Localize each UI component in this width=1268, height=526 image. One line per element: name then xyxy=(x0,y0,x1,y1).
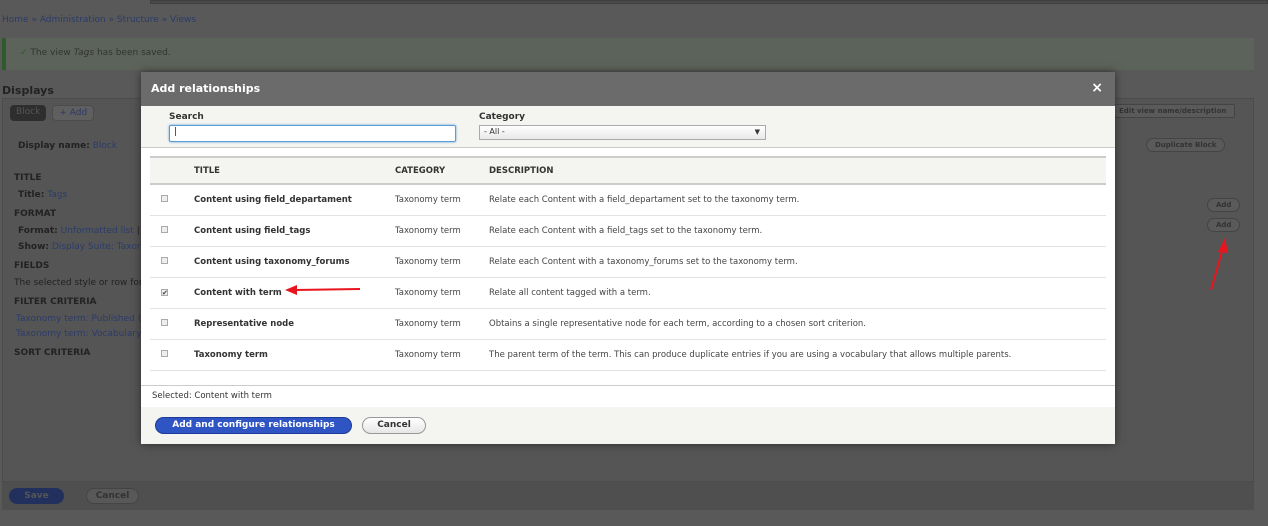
title-setting[interactable]: Title: Tags xyxy=(18,190,67,200)
bottom-actions xyxy=(2,482,1254,510)
format-heading: FORMAT xyxy=(14,209,57,219)
column-title: TITLE xyxy=(194,165,220,176)
show-setting[interactable]: Show: Display Suite: Taxonom xyxy=(18,242,157,252)
row-description: Relate each Content with a taxonomy_foru… xyxy=(489,256,798,267)
breadcrumb-structure[interactable]: Structure xyxy=(117,15,159,25)
row-title: Content using field_tags xyxy=(194,225,311,236)
annotation-arrow-up xyxy=(1210,238,1228,291)
category-label: Category xyxy=(479,112,526,122)
row-title: Taxonomy term xyxy=(194,349,268,360)
table-row[interactable]: Content using taxonomy_forums Taxonomy t… xyxy=(150,246,1106,277)
format-setting[interactable]: Format: Unformatted list | xyxy=(18,226,140,236)
table-row[interactable]: Representative node Taxonomy term Obtain… xyxy=(150,308,1106,339)
dialog-title: Add relationships xyxy=(141,72,1115,106)
row-description: Obtains a single representative node for… xyxy=(489,318,866,329)
add-relationships-dialog: Add relationships × Search | Category - … xyxy=(141,72,1115,444)
row-category: Taxonomy term xyxy=(395,225,461,236)
row-checkbox[interactable]: ✔ xyxy=(161,288,168,296)
filter-item[interactable]: Taxonomy term: Published (= T xyxy=(16,314,157,324)
row-category: Taxonomy term xyxy=(395,349,461,360)
fields-text: The selected style or row forma xyxy=(14,278,157,288)
row-category: Taxonomy term xyxy=(395,318,461,329)
search-input[interactable]: | xyxy=(169,125,456,142)
category-select[interactable]: - All - ▼ xyxy=(479,125,766,140)
selected-text: Selected: Content with term xyxy=(141,385,1115,407)
row-category: Taxonomy term xyxy=(395,256,461,267)
add-and-configure-button[interactable]: Add and configure relationships xyxy=(155,417,352,434)
row-description: Relate each Content with a field_departa… xyxy=(489,194,800,205)
close-icon[interactable]: × xyxy=(1091,80,1103,96)
tab-block[interactable]: Block xyxy=(10,105,47,121)
table-row[interactable]: Taxonomy term Taxonomy term The parent t… xyxy=(150,339,1106,370)
table-row[interactable]: Content using field_tags Taxonomy term R… xyxy=(150,215,1106,246)
row-checkbox[interactable] xyxy=(161,349,168,357)
row-checkbox[interactable] xyxy=(161,225,168,233)
fields-heading: FIELDS xyxy=(14,261,50,271)
row-category: Taxonomy term xyxy=(395,194,461,205)
annotation-arrow-left xyxy=(285,285,361,295)
filter-heading: FILTER CRITERIA xyxy=(14,297,97,307)
column-description: DESCRIPTION xyxy=(489,165,554,176)
cancel-button[interactable]: Cancel xyxy=(362,417,426,434)
row-checkbox[interactable] xyxy=(161,194,168,202)
filters: Search | Category - All - ▼ xyxy=(141,106,1115,148)
add-button[interactable]: Add xyxy=(1207,198,1241,212)
status-view-name: Tags xyxy=(73,48,95,58)
filter-item[interactable]: Taxonomy term: Vocabulary (= xyxy=(16,329,155,339)
displays-heading: Displays xyxy=(2,84,54,97)
breadcrumb: Home » Administration » Structure » View… xyxy=(2,15,197,25)
dialog-footer: Add and configure relationships Cancel xyxy=(141,407,1115,444)
save-button[interactable]: Save xyxy=(9,488,64,504)
status-text-end: has been saved. xyxy=(94,48,171,58)
breadcrumb-home[interactable]: Home xyxy=(2,15,29,25)
duplicate-block-button[interactable]: Duplicate Block xyxy=(1146,138,1226,152)
add-relationship-button[interactable]: Add xyxy=(1207,218,1241,232)
row-checkbox[interactable] xyxy=(161,256,168,264)
status-text: The view xyxy=(30,48,74,58)
table-row[interactable]: Content using field_departament Taxonomy… xyxy=(150,184,1106,215)
check-icon: ✓ xyxy=(20,48,28,58)
row-description: Relate each Content with a field_tags se… xyxy=(489,225,763,236)
display-name: Display name: Block xyxy=(18,141,118,151)
row-title: Content using field_departament xyxy=(194,194,352,205)
row-description: Relate all content tagged with a term. xyxy=(489,287,651,298)
status-message: ✓ The view Tags has been saved. xyxy=(2,38,1254,70)
relationships-table: TITLE CATEGORY DESCRIPTION Content using… xyxy=(150,156,1106,371)
cancel-view-button[interactable]: Cancel xyxy=(86,488,139,504)
title-heading: TITLE xyxy=(14,173,42,183)
chevron-down-icon: ▼ xyxy=(754,128,760,136)
row-title: Content using taxonomy_forums xyxy=(194,256,350,267)
add-display-button[interactable]: + Add xyxy=(52,105,95,121)
row-title: Representative node xyxy=(194,318,295,329)
breadcrumb-views[interactable]: Views xyxy=(170,15,196,25)
row-checkbox[interactable] xyxy=(161,318,168,326)
sort-heading: SORT CRITERIA xyxy=(14,348,91,358)
top-bar xyxy=(150,0,1268,4)
row-category: Taxonomy term xyxy=(395,287,461,298)
search-label: Search xyxy=(169,112,204,122)
row-description: The parent term of the term. This can pr… xyxy=(489,349,1012,360)
column-category: CATEGORY xyxy=(395,165,446,176)
edit-view-name-button[interactable]: Edit view name/description xyxy=(1110,104,1236,118)
breadcrumb-administration[interactable]: Administration xyxy=(40,15,106,25)
